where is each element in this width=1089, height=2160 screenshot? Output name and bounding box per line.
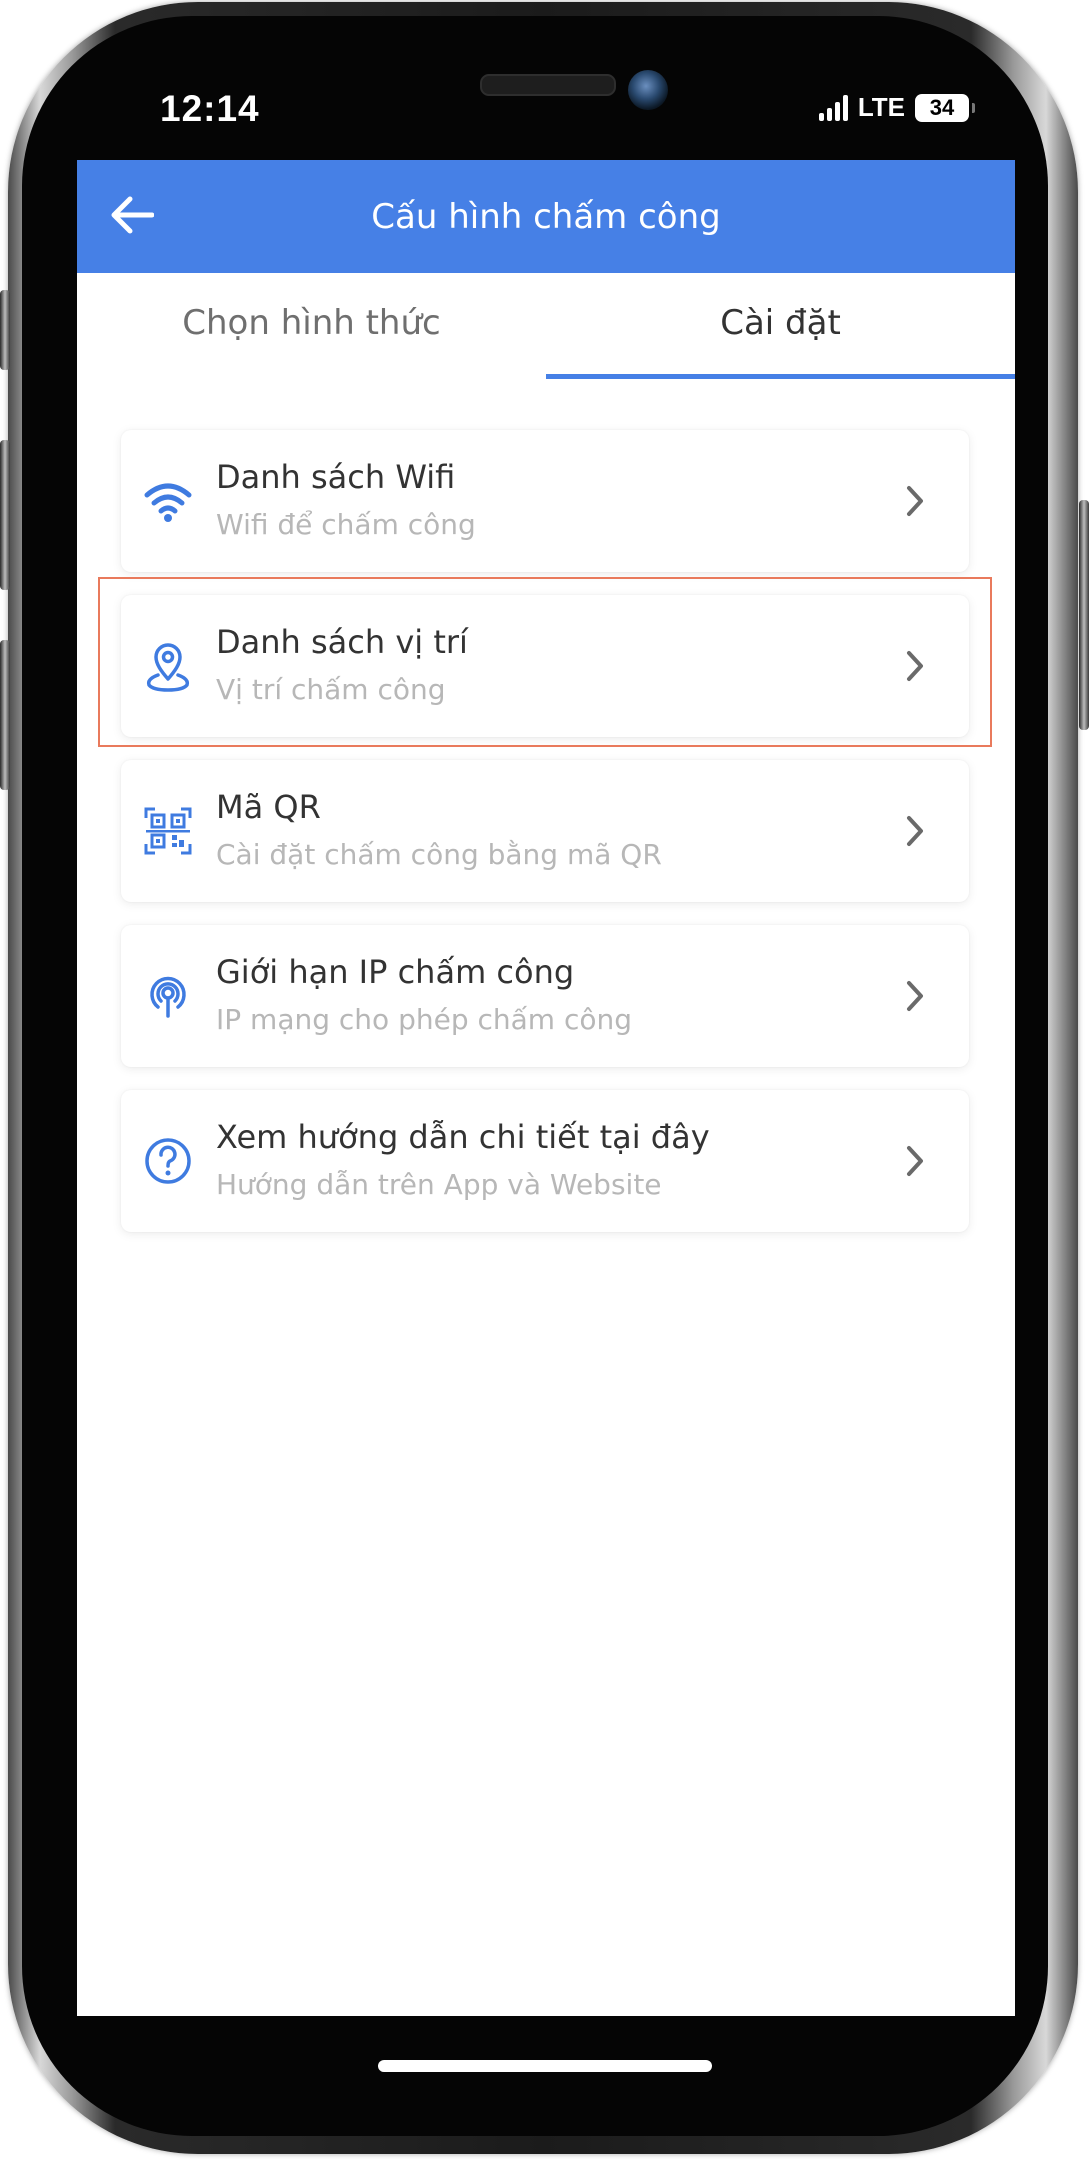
mute-switch [0,290,10,370]
arrow-left-icon [111,196,154,234]
app-screen: Cấu hình chấm công Chọn hình thức Cài đặ… [77,160,1015,2016]
chevron-right-icon [897,813,933,849]
chevron-right-icon [897,978,933,1014]
location-pin-icon [143,641,193,692]
list-item-qr[interactable]: Mã QR Cài đặt chấm công bằng mã QR [121,760,969,902]
item-subtitle: Hướng dẫn trên App và Website [216,1168,662,1201]
front-camera [628,70,668,110]
list-item-ip-limit[interactable]: Giới hạn IP chấm công IP mạng cho phép c… [121,925,969,1067]
broadcast-icon [143,971,193,1021]
qr-code-icon [143,806,193,856]
volume-up-button [0,440,10,590]
phone-mockup: 12:14 LTE 34 Cấu hình chấm công Chọn hìn… [0,0,1089,2160]
item-subtitle: IP mạng cho phép chấm công [216,1003,633,1036]
list-item-location[interactable]: Danh sách vị trí Vị trí chấm công [121,595,969,737]
item-subtitle: Cài đặt chấm công bằng mã QR [216,838,662,871]
item-title: Mã QR [216,788,321,826]
back-button[interactable] [107,190,157,240]
app-header: Cấu hình chấm công [77,160,1015,273]
item-title: Danh sách vị trí [216,623,468,661]
earpiece-speaker [480,74,616,96]
wifi-icon [143,476,193,526]
signal-icon [818,94,848,121]
item-subtitle: Wifi để chấm công [216,508,476,541]
list-item-wifi[interactable]: Danh sách Wifi Wifi để chấm công [121,430,969,572]
page-title: Cấu hình chấm công [371,196,721,237]
battery-level: 34 [929,94,955,120]
battery-icon: 34 [915,93,975,122]
help-circle-icon [143,1136,193,1186]
tab-bar: Chọn hình thức Cài đặt [77,273,1015,383]
item-subtitle: Vị trí chấm công [216,673,446,706]
power-button [1079,500,1089,730]
tab-chon-hinh-thuc[interactable]: Chọn hình thức [77,273,546,383]
tab-cai-dat[interactable]: Cài đặt [546,273,1015,383]
item-title: Xem hướng dẫn chi tiết tại đây [216,1118,710,1156]
network-type: LTE [857,92,905,122]
status-indicators: LTE 34 [818,92,975,123]
settings-list: Danh sách Wifi Wifi để chấm công Danh sá… [121,430,969,1255]
item-title: Danh sách Wifi [216,458,456,496]
chevron-right-icon [897,1143,933,1179]
home-indicator [378,2060,712,2072]
list-item-help[interactable]: Xem hướng dẫn chi tiết tại đây Hướng dẫn… [121,1090,969,1232]
status-time: 12:14 [160,88,260,129]
volume-down-button [0,640,10,790]
chevron-right-icon [897,483,933,519]
item-title: Giới hạn IP chấm công [216,953,575,991]
chevron-right-icon [897,648,933,684]
